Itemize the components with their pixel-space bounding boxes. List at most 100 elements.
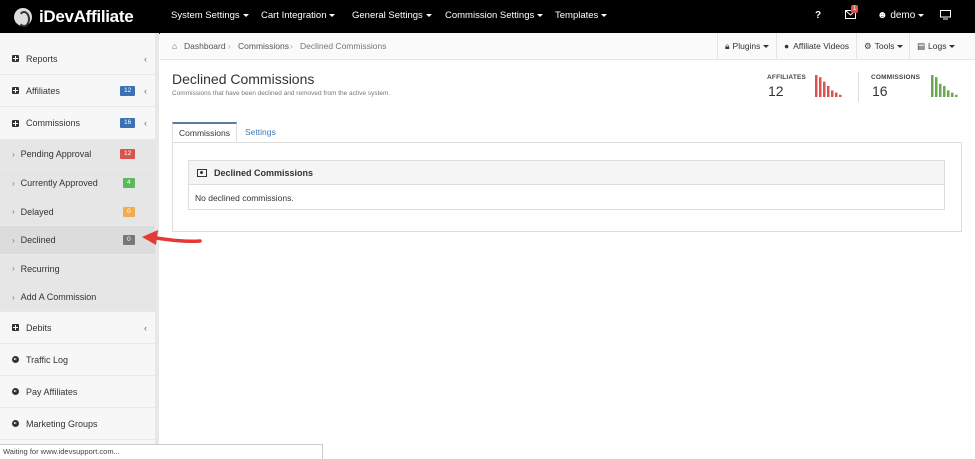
nav-label: Cart Integration — [261, 10, 327, 21]
tab-commissions[interactable]: Commissions — [172, 122, 238, 142]
top-navbar: iDevAffiliate System Settings Cart Integ… — [0, 0, 975, 34]
chevron-left-icon: ‹ — [144, 322, 147, 333]
sparkline-bar — [835, 92, 838, 97]
user-icon: ☻ — [877, 10, 888, 21]
sidebar-item-label: Currently Approved — [20, 178, 98, 188]
chevron-left-icon: ‹ — [144, 53, 147, 64]
sidebar-item-label: Pending Approval — [20, 149, 92, 159]
annotation-arrow-icon — [142, 230, 202, 245]
file-icon: ▤ — [917, 40, 926, 51]
sidebar-item-pending-approval[interactable]: › Pending Approval 12 — [0, 140, 155, 169]
sidebar-item-label: Reports — [26, 53, 58, 64]
lock-icon: 🔒︎ — [725, 40, 730, 51]
plus-square-icon — [12, 87, 19, 94]
sidebar-item-currently-approved[interactable]: › Currently Approved 4 — [0, 169, 155, 198]
declined-commissions-panel: Declined Commissions No declined commiss… — [188, 160, 945, 210]
tools-button[interactable]: ⚙ Tools — [856, 33, 909, 59]
sidebar-item-label: Debits — [26, 322, 52, 333]
stat-commissions-value: 16 — [872, 83, 888, 99]
sidebar-item-add-commission[interactable]: › Add A Commission — [0, 283, 155, 312]
sidebar-item-label: Traffic Log — [26, 354, 69, 365]
logs-button[interactable]: ▤ Logs — [909, 33, 956, 59]
panel-title: Declined Commissions — [214, 167, 314, 178]
nav-commission-settings[interactable]: Commission Settings — [445, 10, 544, 21]
monitor-icon[interactable] — [940, 10, 951, 23]
sidebar-item-label: Delayed — [20, 206, 54, 217]
caret-down-icon — [897, 44, 904, 48]
breadcrumb-separator: › — [228, 41, 231, 51]
nav-system-settings[interactable]: System Settings — [171, 10, 249, 21]
nav-templates[interactable]: Templates — [555, 10, 608, 21]
play-circle-icon: ● — [784, 41, 790, 51]
sidebar-item-label: Add A Commission — [20, 292, 97, 302]
nav-label: Templates — [555, 10, 599, 21]
sidebar-item-label: Pay Affiliates — [26, 386, 78, 397]
sidebar-item-recurring[interactable]: › Recurring — [0, 255, 155, 283]
caret-down-icon — [425, 13, 432, 17]
breadcrumb: ⌂ Dashboard › Commissions › Declined Com… — [160, 33, 975, 60]
breadcrumb-current: Declined Commissions — [300, 41, 387, 51]
logo-text: iDevAffiliate — [39, 7, 134, 26]
sidebar-item-label: Declined — [20, 235, 56, 245]
page-title: Declined Commissions — [172, 71, 315, 87]
sidebar-item-affiliates[interactable]: Affiliates 12 ‹ — [0, 75, 155, 107]
sidebar-item-label: Recurring — [20, 263, 60, 274]
affiliates-sparkline — [815, 75, 842, 97]
arrow-circle-icon — [12, 356, 19, 363]
sidebar-item-commissions[interactable]: Commissions 16 ‹ — [0, 107, 155, 140]
breadcrumb-commissions[interactable]: Commissions — [238, 41, 289, 51]
chevron-right-icon: › — [12, 207, 15, 216]
help-icon[interactable]: ? — [815, 10, 821, 21]
page-subtitle: Commissions that have been declined and … — [172, 90, 391, 97]
sparkline-bar — [823, 81, 826, 97]
toolbar-label: Tools — [874, 41, 895, 51]
stat-affiliates-value: 12 — [768, 83, 784, 99]
sparkline-bar — [931, 75, 934, 97]
caret-down-icon — [242, 13, 249, 17]
arrow-circle-icon — [12, 388, 19, 395]
breadcrumb-dashboard[interactable]: Dashboard — [184, 41, 226, 51]
sidebar-item-traffic-log[interactable]: Traffic Log — [0, 344, 155, 376]
count-badge: 0 — [123, 206, 135, 217]
chevron-left-icon: ‹ — [144, 118, 147, 128]
nav-label: Commission Settings — [445, 10, 535, 21]
sidebar-item-reports[interactable]: Reports ‹ — [0, 43, 155, 75]
chevron-right-icon: › — [12, 292, 15, 302]
nav-label: System Settings — [171, 10, 240, 21]
nav-label: General Settings — [352, 10, 423, 21]
caret-down-icon — [949, 44, 956, 48]
sparkline-bar — [819, 77, 822, 97]
sidebar-item-debits[interactable]: Debits ‹ — [0, 312, 155, 344]
sparkline-bar — [839, 94, 842, 97]
caret-down-icon — [537, 13, 544, 17]
nav-cart-integration[interactable]: Cart Integration — [261, 10, 336, 21]
sparkline-bar — [831, 90, 834, 97]
count-badge: 12 — [120, 149, 136, 159]
gear-icon: ⚙ — [864, 40, 872, 51]
plugins-button[interactable]: 🔒︎ Plugins — [717, 33, 776, 59]
sidebar-item-label: Commissions — [26, 118, 81, 128]
sparkline-bar — [943, 86, 946, 97]
nav-general-settings[interactable]: General Settings — [352, 10, 432, 21]
tab-settings[interactable]: Settings — [239, 122, 282, 142]
money-icon — [197, 168, 207, 177]
sparkline-bar — [939, 83, 942, 97]
arrow-circle-icon — [12, 420, 19, 427]
user-menu[interactable]: ☻ demo — [877, 10, 925, 21]
sidebar-item-declined[interactable]: › Declined 0 — [0, 226, 155, 255]
sidebar-item-marketing-groups[interactable]: Marketing Groups — [0, 408, 155, 440]
sidebar: Reports ‹ Affiliates 12 ‹ Commissions 16… — [0, 33, 159, 459]
panel-header: Declined Commissions — [189, 161, 944, 185]
app-logo[interactable]: iDevAffiliate — [14, 5, 134, 29]
caret-down-icon — [763, 44, 770, 48]
toolbar-label: Affiliate Videos — [793, 41, 850, 51]
sparkline-bar — [827, 86, 830, 97]
sidebar-item-delayed[interactable]: › Delayed 0 — [0, 198, 155, 226]
mail-badge: 1 — [851, 5, 859, 13]
tab-bar: Commissions Settings — [172, 122, 962, 143]
sidebar-item-pay-affiliates[interactable]: Pay Affiliates — [0, 376, 155, 408]
chevron-right-icon: › — [12, 235, 15, 245]
count-badge: 16 — [120, 118, 136, 128]
stat-divider — [858, 72, 859, 102]
affiliate-videos-button[interactable]: ● Affiliate Videos — [776, 33, 856, 59]
